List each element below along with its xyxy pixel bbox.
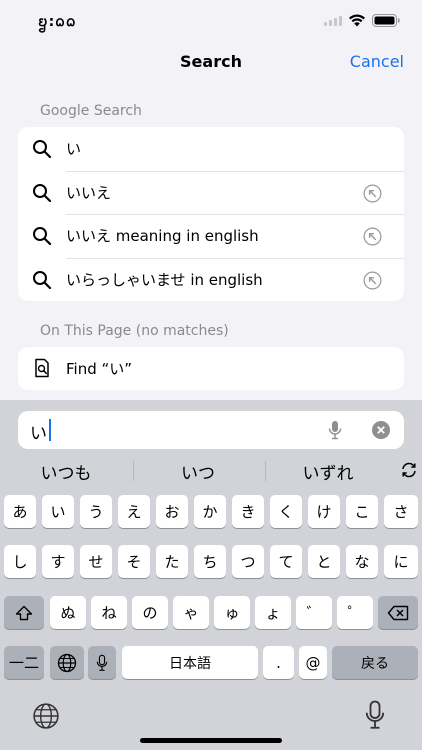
suggestion-item[interactable]: いいえ — [18, 170, 404, 215]
key[interactable]: ゅ — [214, 596, 250, 629]
space-key[interactable]: 日本語 — [122, 646, 258, 679]
suggestion-item[interactable]: いらっしゃいませ in english — [18, 257, 404, 302]
home-indicator[interactable] — [140, 738, 282, 743]
battery-icon — [372, 14, 400, 27]
key[interactable]: に — [384, 545, 418, 578]
key[interactable]: お — [156, 495, 188, 528]
key[interactable]: え — [118, 495, 150, 528]
google-search-header: Google Search — [40, 103, 142, 119]
key[interactable]: ち — [194, 545, 226, 578]
key[interactable]: の — [132, 596, 168, 629]
suggestion-text: いらっしゃいませ in english — [66, 270, 263, 289]
backspace-key[interactable] — [378, 596, 418, 629]
key[interactable]: ょ — [255, 596, 291, 629]
candidate-item[interactable]: いずれ — [274, 459, 382, 484]
key[interactable]: こ — [346, 495, 378, 528]
on-this-page-header: On This Page (no matches) — [40, 323, 229, 339]
wifi-icon — [348, 14, 366, 27]
cancel-button[interactable]: Cancel — [350, 52, 404, 71]
key[interactable]: つ — [232, 545, 264, 578]
suggestion-text: いいえ meaning in english — [66, 227, 259, 246]
numeric-mode-key[interactable]: 一二 — [4, 646, 44, 679]
candidate-item[interactable]: いつも — [12, 459, 120, 484]
key[interactable]: そ — [118, 545, 150, 578]
key[interactable]: く — [270, 495, 302, 528]
key[interactable]: た — [156, 545, 188, 578]
candidate-divider — [265, 461, 266, 481]
candidate-divider — [133, 461, 134, 481]
search-icon — [33, 227, 52, 246]
globe-key[interactable] — [50, 646, 84, 679]
arrow-up-left-icon[interactable] — [363, 271, 382, 290]
arrow-up-left-icon[interactable] — [363, 227, 382, 246]
refresh-icon[interactable] — [400, 461, 418, 479]
shift-icon — [15, 605, 33, 620]
find-in-page-list: Find “い” — [18, 347, 404, 390]
status-bar: ᨮ:ᨵᨵ — [0, 0, 422, 44]
dictation-key[interactable] — [88, 646, 116, 679]
shift-key[interactable] — [4, 596, 44, 629]
microphone-icon — [96, 654, 108, 671]
suggestion-text: い — [66, 140, 82, 159]
find-in-page-item[interactable]: Find “い” — [18, 347, 404, 390]
clear-icon[interactable] — [372, 421, 390, 439]
key[interactable]: ゃ — [173, 596, 209, 629]
key[interactable]: き — [232, 495, 264, 528]
backspace-icon — [387, 605, 409, 620]
status-time: ᨮ:ᨵᨵ — [38, 14, 77, 30]
key[interactable]: せ — [80, 545, 112, 578]
microphone-icon[interactable] — [364, 700, 386, 730]
candidate-bar: いつも いつ いずれ — [0, 457, 422, 485]
suggestion-list: い いいえ いいえ meaning in english いらっしゃいませ in… — [18, 127, 404, 301]
candidate-item[interactable]: いつ — [144, 459, 252, 484]
key[interactable]: ね — [91, 596, 127, 629]
text-caret — [49, 419, 51, 441]
status-icons — [324, 14, 400, 27]
suggestion-item[interactable]: い — [18, 127, 404, 171]
search-icon — [33, 270, 52, 289]
key[interactable]: さ — [384, 495, 418, 528]
suggestion-text: いいえ — [66, 183, 112, 202]
key[interactable]: し — [4, 545, 36, 578]
microphone-icon[interactable] — [328, 420, 342, 440]
arrow-up-left-icon[interactable] — [363, 184, 382, 203]
globe-icon[interactable] — [32, 702, 60, 730]
period-key[interactable]: . — [263, 646, 294, 679]
key[interactable]: う — [80, 495, 112, 528]
key[interactable]: か — [194, 495, 226, 528]
search-icon — [33, 183, 52, 202]
key[interactable]: ゛ — [296, 596, 332, 629]
cellular-signal-icon — [324, 15, 342, 26]
search-icon — [33, 140, 52, 159]
key[interactable]: す — [42, 545, 74, 578]
key[interactable]: け — [308, 495, 340, 528]
find-label: Find “い” — [66, 360, 133, 379]
key[interactable]: て — [270, 545, 302, 578]
at-key[interactable]: @ — [299, 646, 327, 679]
keyboard: い いつも いつ いずれ あ い う え お か き く け こ さ し す せ… — [0, 400, 422, 750]
navigation-bar: Search Cancel — [0, 44, 422, 80]
find-in-page-icon — [35, 358, 49, 378]
key[interactable]: ぬ — [50, 596, 86, 629]
key[interactable]: い — [42, 495, 74, 528]
suggestion-item[interactable]: いいえ meaning in english — [18, 214, 404, 258]
key[interactable]: な — [346, 545, 378, 578]
globe-icon — [57, 653, 77, 672]
search-input[interactable]: い — [18, 411, 404, 449]
return-key[interactable]: 戻る — [332, 646, 418, 679]
key[interactable]: あ — [4, 495, 36, 528]
search-input-value: い — [30, 424, 47, 444]
key[interactable]: と — [308, 545, 340, 578]
key[interactable]: ゜ — [337, 596, 373, 629]
